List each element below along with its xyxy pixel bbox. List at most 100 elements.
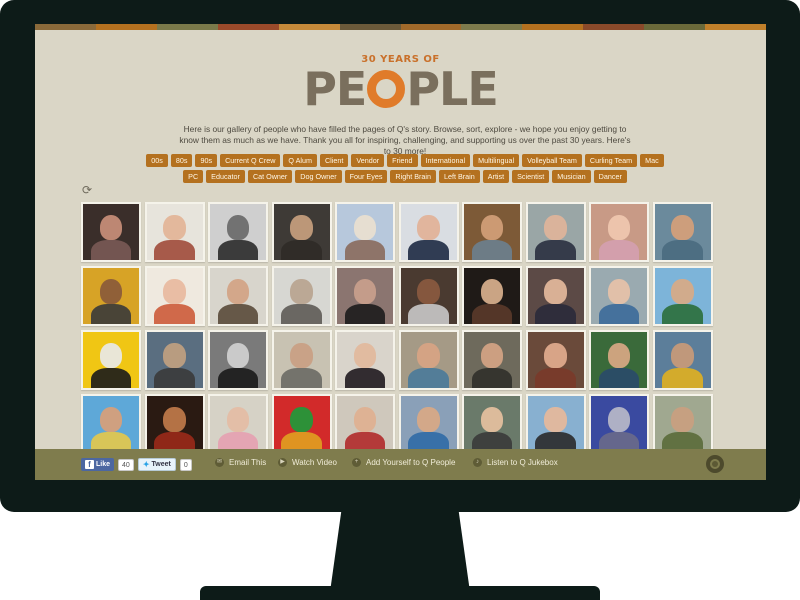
filter-tag-friend[interactable]: Friend bbox=[387, 154, 418, 167]
portrait-face bbox=[480, 279, 504, 305]
portrait-10[interactable] bbox=[652, 202, 713, 262]
filter-tag-dog-owner[interactable]: Dog Owner bbox=[295, 170, 342, 183]
filter-tag-left-brain[interactable]: Left Brain bbox=[438, 170, 480, 183]
portrait-30[interactable] bbox=[652, 330, 713, 390]
facebook-like-button[interactable]: f Like bbox=[81, 458, 115, 471]
stripe-segment bbox=[583, 24, 645, 30]
filter-tag-musician[interactable]: Musician bbox=[552, 170, 591, 183]
logo-title: PE PLE bbox=[303, 66, 499, 112]
plus-icon: + bbox=[352, 458, 361, 467]
portrait-39[interactable] bbox=[589, 394, 649, 454]
portrait-face bbox=[671, 279, 694, 305]
portrait-21[interactable] bbox=[81, 330, 141, 390]
portrait-body bbox=[344, 367, 386, 388]
portrait-36[interactable] bbox=[398, 394, 459, 454]
filter-tag-00s[interactable]: 00s bbox=[146, 154, 168, 167]
filter-tag-q-alum[interactable]: Q Alum bbox=[283, 154, 317, 167]
portrait-09[interactable] bbox=[589, 202, 649, 262]
filter-tag-80s[interactable]: 80s bbox=[170, 154, 193, 167]
portrait-face bbox=[607, 279, 631, 305]
filter-tag-artist[interactable]: Artist bbox=[482, 170, 510, 183]
portrait-27[interactable] bbox=[462, 330, 522, 390]
jukebox-link[interactable]: ♪ Listen to Q Jukebox bbox=[473, 458, 558, 467]
filter-tag-four-eyes[interactable]: Four Eyes bbox=[344, 170, 388, 183]
portrait-34[interactable] bbox=[271, 394, 332, 454]
portrait-body bbox=[598, 367, 640, 388]
portrait-06[interactable] bbox=[398, 202, 459, 262]
portrait-face bbox=[480, 215, 504, 241]
portrait-15[interactable] bbox=[335, 266, 395, 326]
portrait-37[interactable] bbox=[462, 394, 522, 454]
monitor-stand bbox=[200, 586, 600, 600]
portrait-05[interactable] bbox=[335, 202, 395, 262]
q-logo-icon bbox=[367, 70, 406, 108]
filter-tag-curling-team[interactable]: Curling Team bbox=[584, 154, 638, 167]
filter-tag-multilingual[interactable]: Multilingual bbox=[473, 154, 520, 167]
filter-tag-right-brain[interactable]: Right Brain bbox=[390, 170, 436, 183]
portrait-07[interactable] bbox=[462, 202, 522, 262]
portrait-38[interactable] bbox=[525, 394, 586, 454]
portrait-02[interactable] bbox=[144, 202, 205, 262]
portrait-26[interactable] bbox=[398, 330, 459, 390]
portrait-body bbox=[598, 239, 640, 260]
portrait-40[interactable] bbox=[652, 394, 713, 454]
portrait-20[interactable] bbox=[652, 266, 713, 326]
portrait-body bbox=[90, 239, 132, 260]
filter-tag-dancer[interactable]: Dancer bbox=[593, 170, 627, 183]
filter-tag-vendor[interactable]: Vendor bbox=[351, 154, 385, 167]
filter-tag-international[interactable]: International bbox=[420, 154, 471, 167]
portrait-13[interactable] bbox=[208, 266, 268, 326]
portrait-body bbox=[662, 303, 703, 324]
portrait-17[interactable] bbox=[462, 266, 522, 326]
filter-tag-pc[interactable]: PC bbox=[183, 170, 204, 183]
portrait-12[interactable] bbox=[144, 266, 205, 326]
portrait-23[interactable] bbox=[208, 330, 268, 390]
filter-tag-90s[interactable]: 90s bbox=[195, 154, 218, 167]
portrait-11[interactable] bbox=[81, 266, 141, 326]
portrait-body bbox=[662, 367, 703, 388]
portrait-18[interactable] bbox=[525, 266, 586, 326]
portrait-28[interactable] bbox=[525, 330, 586, 390]
add-yourself-link[interactable]: + Add Yourself to Q People bbox=[352, 458, 455, 467]
portrait-22[interactable] bbox=[144, 330, 205, 390]
portrait-16[interactable] bbox=[398, 266, 459, 326]
portrait-body bbox=[535, 303, 576, 324]
portrait-31[interactable] bbox=[81, 394, 141, 454]
filter-tag-cat-owner[interactable]: Cat Owner bbox=[247, 170, 293, 183]
portrait-19[interactable] bbox=[589, 266, 649, 326]
tweet-button[interactable]: ✦ Tweet bbox=[137, 458, 176, 471]
logo: 30 YEARS OF PE PLE bbox=[35, 54, 766, 112]
portrait-29[interactable] bbox=[589, 330, 649, 390]
portrait-03[interactable] bbox=[208, 202, 268, 262]
portrait-face bbox=[226, 343, 250, 369]
top-stripe bbox=[35, 24, 766, 30]
watch-video-label: Watch Video bbox=[292, 458, 337, 467]
q-corner-logo-icon[interactable] bbox=[706, 455, 724, 473]
stripe-segment bbox=[705, 24, 766, 30]
portrait-face bbox=[671, 343, 694, 369]
filter-tag-client[interactable]: Client bbox=[319, 154, 349, 167]
filter-tag-mac[interactable]: Mac bbox=[640, 154, 664, 167]
portrait-04[interactable] bbox=[271, 202, 332, 262]
portrait-14[interactable] bbox=[271, 266, 332, 326]
portrait-32[interactable] bbox=[144, 394, 205, 454]
watch-video-link[interactable]: ▶ Watch Video bbox=[278, 458, 337, 467]
portrait-33[interactable] bbox=[208, 394, 268, 454]
facebook-like-label: Like bbox=[96, 461, 111, 468]
filter-tag-scientist[interactable]: Scientist bbox=[512, 170, 550, 183]
refresh-icon[interactable]: ⟳ bbox=[82, 184, 94, 196]
portrait-face bbox=[163, 343, 186, 369]
portrait-25[interactable] bbox=[335, 330, 395, 390]
portrait-35[interactable] bbox=[335, 394, 395, 454]
portrait-body bbox=[281, 367, 322, 388]
portrait-01[interactable] bbox=[81, 202, 141, 262]
intro-text: Here is our gallery of people who have f… bbox=[179, 124, 631, 156]
filter-tag-educator[interactable]: Educator bbox=[206, 170, 245, 183]
filter-tag-current-q-crew[interactable]: Current Q Crew bbox=[220, 154, 281, 167]
portrait-body bbox=[154, 239, 195, 260]
portrait-face bbox=[99, 407, 123, 433]
email-this-link[interactable]: ✉ Email This bbox=[215, 458, 266, 467]
portrait-24[interactable] bbox=[271, 330, 332, 390]
filter-tag-volleyball-team[interactable]: Volleyball Team bbox=[522, 154, 582, 167]
portrait-08[interactable] bbox=[525, 202, 586, 262]
